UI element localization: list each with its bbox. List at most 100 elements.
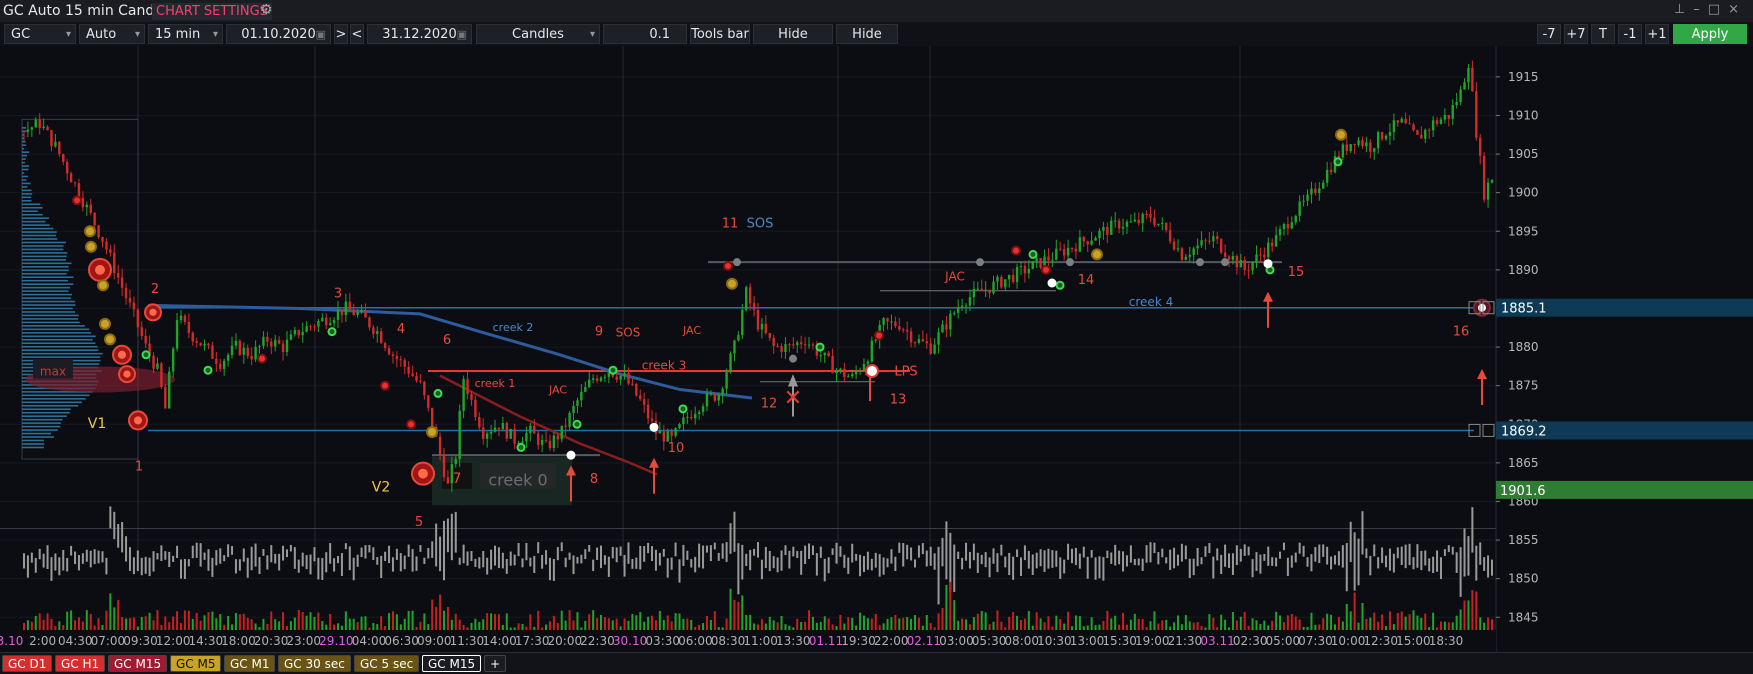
candle-body [501,423,505,430]
profile-bar [22,224,50,226]
volume-bar [1216,548,1219,561]
delta-bar [1090,617,1093,630]
minus1-button[interactable]: -1 [1618,24,1642,44]
candle-body [482,427,485,439]
candle-body [1373,148,1376,152]
symbol-tab[interactable]: GC M15 [108,655,168,672]
mode-select[interactable]: Auto [79,24,145,45]
delta-bar [847,617,850,630]
delta-bar [1086,625,1089,630]
delta-bar [1043,622,1046,630]
plus7-button[interactable]: +7 [1564,24,1588,44]
minus7-button[interactable]: -7 [1537,24,1561,44]
date-from-field[interactable]: 01.10.2020 [226,24,331,45]
symbol-tab[interactable]: GC M15 [422,655,482,672]
candle-body [1361,140,1364,147]
candle-body [1416,130,1419,135]
delta-bar [1122,612,1125,630]
delta-bar [1228,627,1231,630]
plus1-button[interactable]: +1 [1645,24,1669,44]
volume-bar [851,543,854,563]
delta-bar [1369,617,1372,630]
maximize-icon[interactable]: □ [1708,2,1728,17]
t-button[interactable]: T [1591,24,1615,44]
symbol-tab[interactable]: GC D1 [2,655,53,672]
tick-size-stepper[interactable]: 0.1 [603,24,687,44]
apply-button[interactable]: Apply [1673,24,1747,44]
symbol-tab[interactable]: GC M1 [224,655,276,672]
candle-body [368,317,371,328]
candle-body [544,439,548,441]
label-jac-2: JAC [682,324,701,337]
volume-bar [1471,507,1474,553]
candle-body [972,288,976,298]
signal-marker [141,350,151,360]
symbol-tab[interactable]: + [484,655,507,672]
pin-icon[interactable]: ⊥ [1674,2,1693,17]
delta-bar [921,625,924,630]
volume-bar [482,551,485,568]
candle-body [556,435,560,440]
candle-body [666,431,669,442]
tools-bar-button[interactable]: Tools bar [690,24,750,44]
symbol-tab[interactable]: GC M5 [170,655,222,672]
delta-bar [97,618,100,630]
volume-bar [1373,544,1376,557]
label-creek-3: creek 3 [642,358,686,372]
candle-body [945,324,948,330]
date-to-field[interactable]: 31.12.2020 [367,24,472,45]
delta-bar [309,612,312,630]
window-title: GC Auto 15 min Candle [3,3,167,19]
signal-marker [726,277,738,290]
candle-body [262,336,265,346]
hide-drawing-button[interactable]: Hide drawing [753,24,833,62]
delta-bar [121,616,124,630]
close-icon[interactable]: × [1728,2,1747,17]
signal-marker [426,425,438,438]
delta-bar [1047,616,1050,630]
signal-marker [649,422,659,432]
delta-bar [101,624,104,630]
delta-bar [1157,623,1160,630]
gear-icon[interactable]: ⚙ [260,2,273,18]
interval-select[interactable]: 15 min [148,24,223,45]
prev-button[interactable]: < [350,24,364,44]
candle-body [183,315,187,322]
symbol-tab[interactable]: GC H1 [55,655,106,672]
volume-bar [136,550,139,572]
profile-bar [22,234,57,237]
candle-body [650,418,654,421]
volume-bar [1306,557,1309,567]
volume-bar [1228,553,1231,568]
candle-body [124,287,128,299]
chart-type-select[interactable]: Candles [476,24,600,45]
chart-settings-button[interactable]: CHART SETTINGS [152,3,272,20]
volume-bar [117,524,120,548]
volume-bar [639,545,642,570]
delta-bar [564,620,567,630]
time-tick-label: 15:00 [1396,634,1431,648]
volume-bar [1176,554,1179,566]
profile-bar [22,443,45,445]
delta-bar [1000,621,1003,630]
minimize-icon[interactable]: – [1693,2,1708,17]
candle-body [454,458,457,465]
volume-bar [1035,552,1038,569]
volume-bar [1385,555,1388,568]
candle-body [242,347,246,355]
volume-bar [195,542,198,558]
hide-lines-button[interactable]: Hide lines [836,24,898,62]
candle-body [823,352,826,356]
volume-bar [125,536,128,562]
symbol-select[interactable]: GC [4,24,76,45]
candle-body [254,346,257,360]
price-tick-label: 1910 [1508,108,1539,122]
price-chart[interactable]: max ✕ V1 V2 1 2 3 4 5 6 7 8 9 10 11 12 13 14 15 16 creek 0… [0,46,1753,652]
symbol-tab[interactable]: GC 30 sec [278,655,351,672]
symbol-tab[interactable]: GC 5 sec [354,655,420,672]
delta-bar [568,610,571,630]
volume-bar [258,557,261,575]
delta-bar [403,618,406,630]
next-button[interactable]: > [334,24,348,44]
signal-marker [516,442,526,452]
